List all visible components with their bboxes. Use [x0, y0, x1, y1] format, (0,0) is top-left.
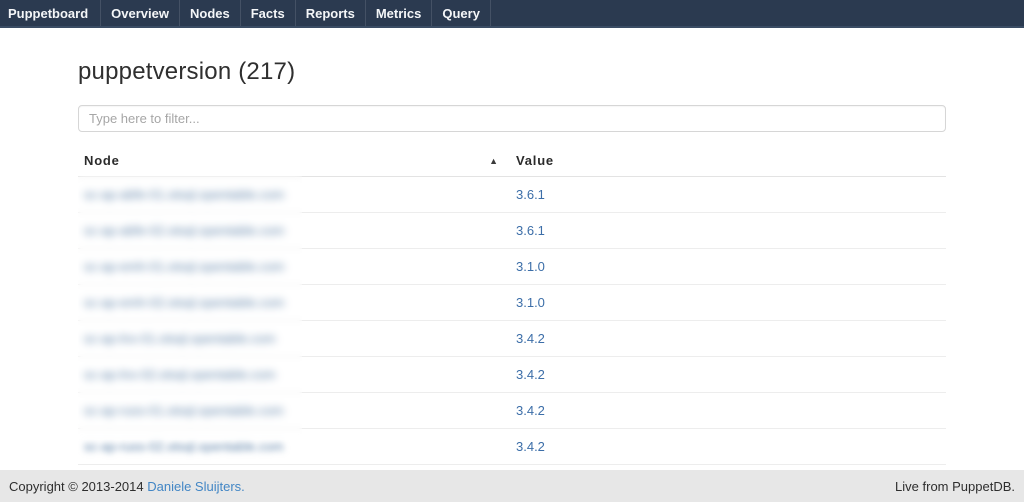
node-cell: sc-ap-lnx-02.otsql.opentable.com [78, 357, 508, 393]
value-link[interactable]: 3.1.0 [516, 259, 545, 274]
table-row: sc-ap-lnx-02.otsql.opentable.com 3.4.2 [78, 357, 946, 393]
navbar-menu: OverviewNodesFactsReportsMetricsQuery [101, 0, 491, 26]
navbar: Puppetboard OverviewNodesFactsReportsMet… [0, 0, 1024, 28]
table-row: sc-ap-abfe-01.otsql.opentable.com 3.6.1 [78, 177, 946, 213]
navbar-item-overview[interactable]: Overview [101, 0, 180, 26]
footer-live-status: Live from PuppetDB. [895, 479, 1015, 494]
footer: Copyright © 2013-2014 Daniele Sluijters.… [0, 470, 1024, 502]
navbar-item-query[interactable]: Query [432, 0, 491, 26]
sort-ascending-icon: ▲ [489, 156, 498, 166]
node-cell: sc-ap-russ-01.otsql.opentable.com [78, 393, 508, 429]
table-row: sc-ap-russ-01.otsql.opentable.com 3.4.2 [78, 393, 946, 429]
page-title: puppetversion (217) [78, 58, 946, 86]
node-link[interactable]: sc-ap-abfe-02.otsql.opentable.com [84, 223, 284, 238]
value-link[interactable]: 3.4.2 [516, 367, 545, 382]
value-link[interactable]: 3.4.2 [516, 439, 545, 454]
value-cell: 3.6.1 [508, 213, 946, 249]
node-cell: sc-ap-emh-02.otsql.opentable.com [78, 285, 508, 321]
node-link[interactable]: sc-ap-russ-01.otsql.opentable.com [84, 403, 283, 418]
value-cell: 3.4.2 [508, 357, 946, 393]
table-row: sc-ap-russ-02.otsql.opentable.com 3.4.2 [78, 429, 946, 465]
node-link[interactable]: sc-ap-emh-01.otsql.opentable.com [84, 259, 284, 274]
table-row: sc-ap-lnx-01.otsql.opentable.com 3.4.2 [78, 321, 946, 357]
table-row: sc-ap-emh-02.otsql.opentable.com 3.1.0 [78, 285, 946, 321]
node-cell: sc-ap-abfe-01.otsql.opentable.com [78, 177, 508, 213]
navbar-item-metrics[interactable]: Metrics [366, 0, 433, 26]
value-link[interactable]: 3.4.2 [516, 403, 545, 418]
filter-input[interactable] [78, 105, 946, 132]
footer-copyright: Copyright © 2013-2014 Daniele Sluijters. [9, 479, 245, 494]
facts-table: Node ▲ Value sc-ap-abfe-01.otsql.opentab… [78, 148, 946, 501]
value-cell: 3.6.1 [508, 177, 946, 213]
navbar-item-reports[interactable]: Reports [296, 0, 366, 26]
value-cell: 3.1.0 [508, 249, 946, 285]
footer-author-link[interactable]: Daniele Sluijters. [147, 479, 245, 494]
navbar-item-nodes[interactable]: Nodes [180, 0, 241, 26]
value-link[interactable]: 3.6.1 [516, 223, 545, 238]
column-header-node-label: Node [84, 153, 120, 168]
value-cell: 3.4.2 [508, 393, 946, 429]
node-link[interactable]: sc-ap-emh-02.otsql.opentable.com [84, 295, 284, 310]
column-header-value[interactable]: Value [508, 148, 946, 177]
value-cell: 3.4.2 [508, 321, 946, 357]
node-cell: sc-ap-russ-02.otsql.opentable.com [78, 429, 508, 465]
table-row: sc-ap-abfe-02.otsql.opentable.com 3.6.1 [78, 213, 946, 249]
facts-table-wrap: Node ▲ Value sc-ap-abfe-01.otsql.opentab… [78, 148, 946, 501]
node-link[interactable]: sc-ap-lnx-02.otsql.opentable.com [84, 367, 276, 382]
table-header-row: Node ▲ Value [78, 148, 946, 177]
value-link[interactable]: 3.6.1 [516, 187, 545, 202]
value-cell: 3.1.0 [508, 285, 946, 321]
value-cell: 3.4.2 [508, 429, 946, 465]
main-content: puppetversion (217) Node ▲ Value sc-ap-a… [78, 58, 946, 501]
value-link[interactable]: 3.4.2 [516, 331, 545, 346]
footer-copyright-text: Copyright © 2013-2014 [9, 479, 144, 494]
navbar-brand[interactable]: Puppetboard [0, 0, 101, 26]
table-body: sc-ap-abfe-01.otsql.opentable.com3.6.1sc… [78, 177, 946, 501]
node-cell: sc-ap-lnx-01.otsql.opentable.com [78, 321, 508, 357]
navbar-item-facts[interactable]: Facts [241, 0, 296, 26]
table-row: sc-ap-emh-01.otsql.opentable.com 3.1.0 [78, 249, 946, 285]
node-cell: sc-ap-abfe-02.otsql.opentable.com [78, 213, 508, 249]
node-link[interactable]: sc-ap-russ-02.otsql.opentable.com [84, 439, 283, 454]
node-link[interactable]: sc-ap-lnx-01.otsql.opentable.com [84, 331, 276, 346]
node-cell: sc-ap-emh-01.otsql.opentable.com [78, 249, 508, 285]
column-header-node[interactable]: Node ▲ [78, 148, 508, 177]
node-link[interactable]: sc-ap-abfe-01.otsql.opentable.com [84, 187, 284, 202]
value-link[interactable]: 3.1.0 [516, 295, 545, 310]
